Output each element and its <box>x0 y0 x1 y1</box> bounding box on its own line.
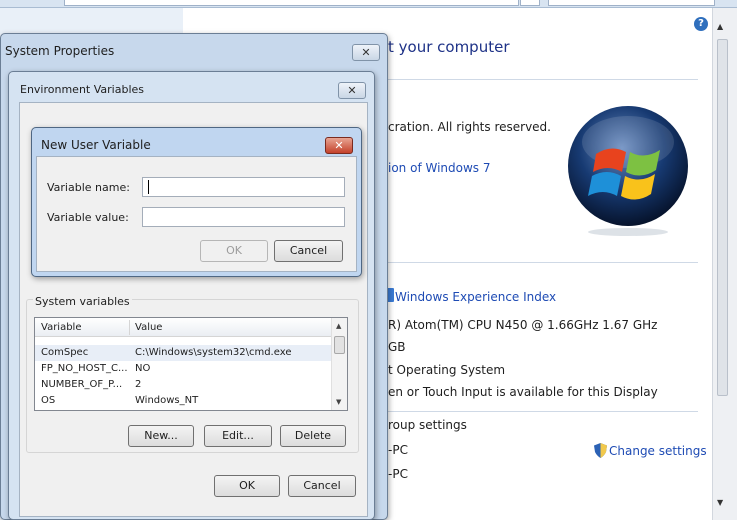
variable-value-input[interactable] <box>142 207 345 227</box>
close-icon[interactable]: ✕ <box>325 137 353 154</box>
ok-button[interactable]: OK <box>200 240 268 262</box>
variable-cell: FP_NO_HOST_C... <box>41 363 128 374</box>
divider <box>388 262 698 263</box>
table-row[interactable]: NUMBER_OF_P... 2 <box>35 377 331 393</box>
scroll-thumb[interactable] <box>717 39 728 396</box>
table-row[interactable]: ComSpec C:\Windows\system32\cmd.exe <box>35 345 331 361</box>
address-field[interactable] <box>64 0 519 6</box>
close-icon[interactable]: ✕ <box>352 44 380 61</box>
scroll-down-arrow-icon[interactable]: ▼ <box>717 498 723 507</box>
variable-cell: OS <box>41 395 56 406</box>
scroll-up-arrow-icon[interactable]: ▲ <box>717 22 723 31</box>
computer-name-value: -PC <box>388 443 408 457</box>
new-variable-button[interactable]: New... <box>128 425 194 447</box>
variable-name-label: Variable name: <box>47 181 130 194</box>
search-field[interactable] <box>548 0 715 6</box>
system-type-value: t Operating System <box>388 363 506 377</box>
dialog-title: Environment Variables <box>20 83 145 96</box>
change-settings-link[interactable]: Change settings <box>609 444 707 458</box>
divider <box>388 79 698 80</box>
value-cell: NO <box>135 363 151 374</box>
uac-shield-icon <box>594 443 607 458</box>
cancel-button[interactable]: Cancel <box>274 240 343 262</box>
scroll-down-arrow-icon[interactable]: ▼ <box>336 398 341 406</box>
windows-logo-icon <box>568 106 688 236</box>
address-bar-strip <box>0 0 737 8</box>
full-computer-name-value: -PC <box>388 467 408 481</box>
list-scrollbar[interactable]: ▲ ▼ <box>331 318 347 410</box>
variable-value-label: Variable value: <box>47 211 129 224</box>
edit-variable-button[interactable]: Edit... <box>204 425 272 447</box>
close-icon[interactable]: ✕ <box>338 82 366 99</box>
copyright-text: cration. All rights reserved. <box>388 120 551 134</box>
value-cell: Windows_NT <box>135 395 199 406</box>
system-variables-label: System variables <box>33 295 132 308</box>
group-settings-heading: roup settings <box>388 418 467 432</box>
text-caret <box>148 180 149 194</box>
page-title: t your computer <box>388 38 510 56</box>
ok-button[interactable]: OK <box>214 475 280 497</box>
dialog-title: New User Variable <box>41 138 151 152</box>
system-variables-list[interactable]: Variable Value ComSpec C:\Windows\system… <box>34 317 348 411</box>
processor-value: R) Atom(TM) CPU N450 @ 1.66GHz 1.67 GHz <box>388 318 658 332</box>
table-row[interactable]: OS Windows_NT <box>35 393 331 409</box>
dialog-title: System Properties <box>5 44 115 58</box>
cancel-button[interactable]: Cancel <box>288 475 356 497</box>
variable-cell: ComSpec <box>41 347 89 358</box>
column-separator[interactable] <box>129 320 130 335</box>
table-row[interactable]: FP_NO_HOST_C... NO <box>35 361 331 377</box>
content-scrollbar[interactable]: ▲ ▼ <box>712 8 737 520</box>
memory-value: GB <box>388 340 406 354</box>
divider <box>388 411 698 412</box>
column-header-value[interactable]: Value <box>135 322 162 333</box>
windows-edition-link[interactable]: ion of Windows 7 <box>388 161 491 175</box>
value-cell: 2 <box>135 379 142 390</box>
address-dropdown[interactable] <box>520 0 540 6</box>
scroll-up-arrow-icon[interactable]: ▲ <box>336 322 341 330</box>
value-cell: C:\Windows\system32\cmd.exe <box>135 347 292 358</box>
variable-cell: NUMBER_OF_P... <box>41 379 123 390</box>
variable-name-input[interactable] <box>142 177 345 197</box>
list-header: Variable Value <box>35 318 331 337</box>
pen-touch-value: en or Touch Input is available for this … <box>388 385 658 399</box>
help-icon[interactable]: ? <box>694 17 708 31</box>
column-header-variable[interactable]: Variable <box>41 322 82 333</box>
experience-index-link[interactable]: Windows Experience Index <box>395 290 556 304</box>
delete-variable-button[interactable]: Delete <box>280 425 346 447</box>
scroll-thumb[interactable] <box>334 336 345 354</box>
